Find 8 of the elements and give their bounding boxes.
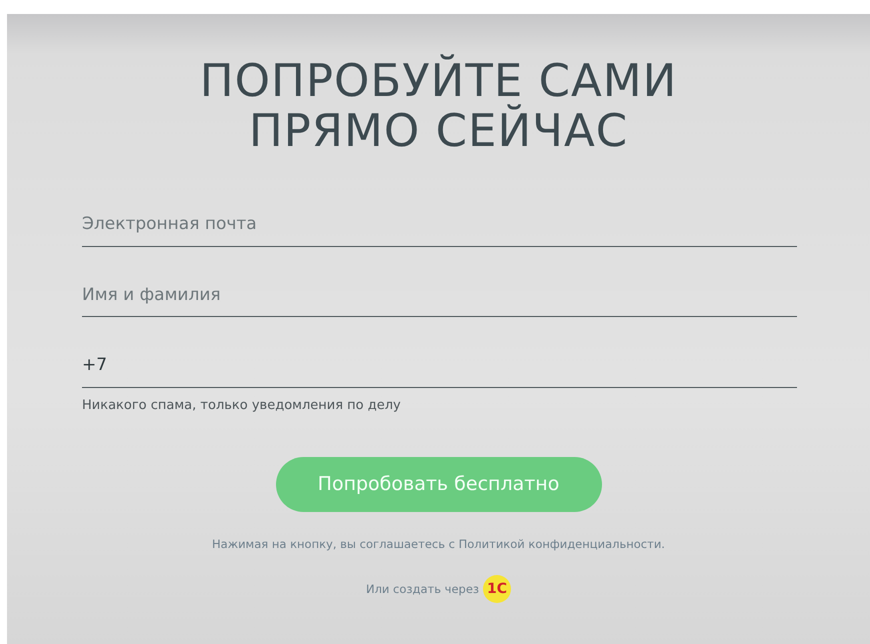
field-hint: Никакого спама, только уведомления по делу [82, 396, 402, 414]
alt-signup-text: Или создать через [366, 580, 480, 598]
page-title-line: ПРЯМО СЕЙЧАС [248, 106, 630, 156]
input-field[interactable]: Имя и фамилия [82, 264, 797, 317]
input-field[interactable]: +7 [82, 335, 797, 388]
consent-text: Нажимая на кнопку, вы соглашаетесь с Политикой конфиденциальности. [211, 536, 666, 553]
logo-link[interactable]: 1С [483, 575, 512, 604]
input-field[interactable]: Электронная почта [82, 194, 797, 246]
